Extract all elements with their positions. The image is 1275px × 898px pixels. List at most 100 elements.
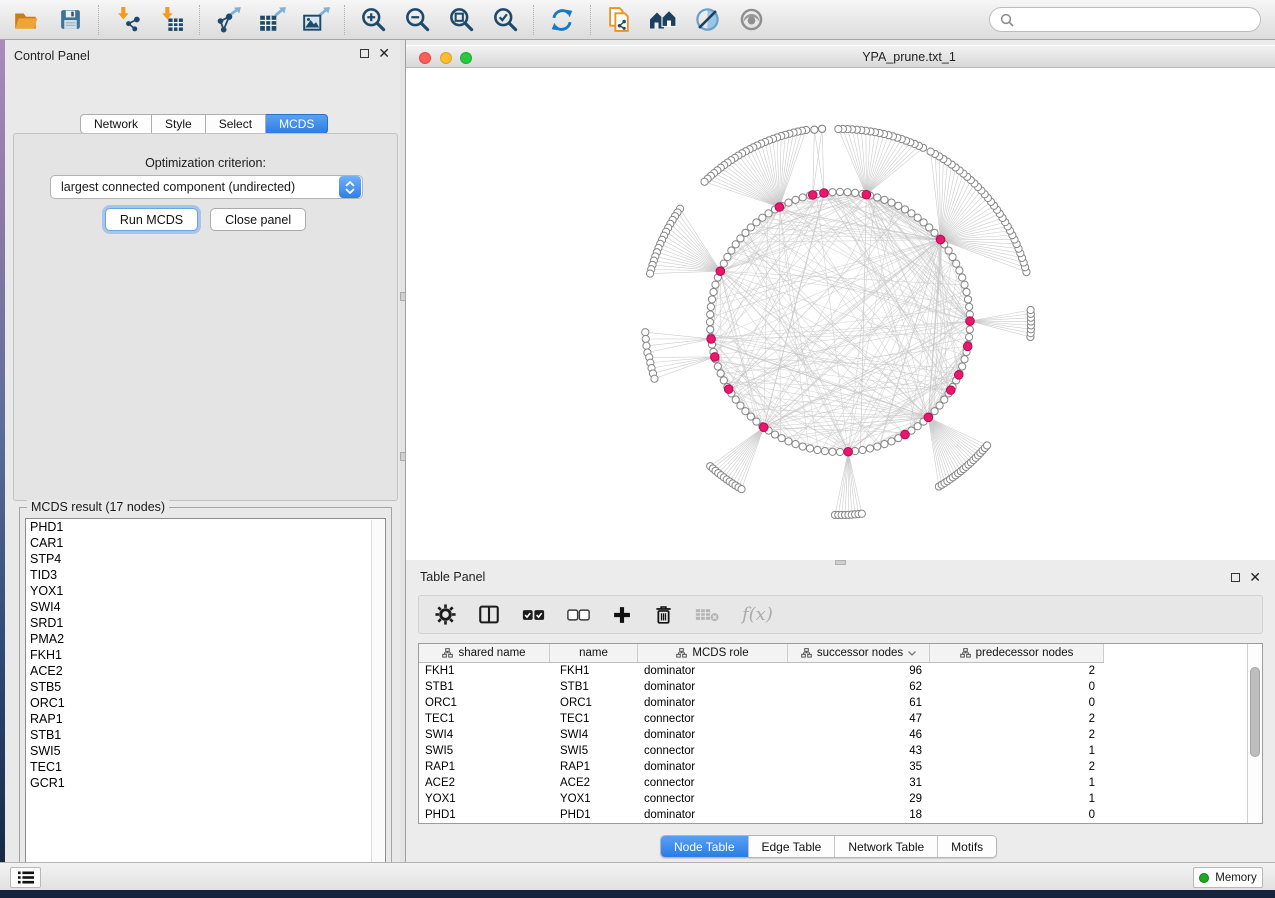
table-row[interactable]: TEC1TEC1connector472 xyxy=(419,711,1104,727)
save-floppy-icon[interactable] xyxy=(56,6,84,34)
search-box[interactable] xyxy=(989,7,1261,32)
table-row[interactable]: RAP1RAP1dominator352 xyxy=(419,759,1104,775)
mcds-result-item[interactable]: ACE2 xyxy=(26,663,385,679)
table-cell: connector xyxy=(638,745,788,757)
task-history-button[interactable] xyxy=(10,867,41,888)
network-canvas[interactable] xyxy=(406,68,1275,560)
network-window-titlebar[interactable]: YPA_prune.txt_1 xyxy=(406,45,1275,68)
table-row[interactable]: FKH1FKH1dominator962 xyxy=(419,663,1104,679)
mcds-result-item[interactable]: YOX1 xyxy=(26,583,385,599)
sort-chevron-icon xyxy=(908,651,916,656)
control-panel-tabbar: Network Style Select MCDS xyxy=(80,114,328,134)
main-toolbar xyxy=(0,0,1275,40)
table-cell: PHD1 xyxy=(550,809,638,821)
table-row[interactable]: STB1STB1dominator620 xyxy=(419,679,1104,695)
maximize-traffic-light-icon[interactable] xyxy=(460,52,472,64)
close-traffic-light-icon[interactable] xyxy=(419,52,431,64)
column-header-mcds-role[interactable]: MCDS role xyxy=(638,644,788,662)
table-row[interactable]: ACE2ACE2connector311 xyxy=(419,775,1104,791)
table-cell: 35 xyxy=(788,761,930,773)
mcds-result-item[interactable]: SRD1 xyxy=(26,615,385,631)
close-panel-button[interactable]: Close panel xyxy=(210,208,306,231)
table-row[interactable]: YOX1YOX1connector291 xyxy=(419,791,1104,807)
import-network-icon[interactable] xyxy=(113,6,141,34)
mcds-result-item[interactable]: STB1 xyxy=(26,727,385,743)
export-network-icon[interactable] xyxy=(214,6,242,34)
tab-edge-table[interactable]: Edge Table xyxy=(748,836,835,857)
tab-motifs[interactable]: Motifs xyxy=(937,836,996,857)
zoom-in-icon[interactable] xyxy=(359,6,387,34)
tab-network-table[interactable]: Network Table xyxy=(834,836,937,857)
mcds-result-item[interactable]: FKH1 xyxy=(26,647,385,663)
mcds-result-item[interactable]: TEC1 xyxy=(26,759,385,775)
tab-network[interactable]: Network xyxy=(80,114,152,134)
table-cell: 62 xyxy=(788,681,930,693)
mcds-result-item[interactable]: PHD1 xyxy=(26,519,385,535)
table-cell: dominator xyxy=(638,681,788,693)
column-header-shared-name[interactable]: shared name xyxy=(419,644,550,662)
table-cell: 1 xyxy=(930,793,1104,805)
table-cell: YOX1 xyxy=(419,793,550,805)
zoom-selected-icon[interactable] xyxy=(491,6,519,34)
table-cell: 31 xyxy=(788,777,930,789)
add-column-icon[interactable] xyxy=(612,605,632,625)
scrollbar-thumb[interactable] xyxy=(1250,667,1260,757)
run-mcds-button[interactable]: Run MCDS xyxy=(105,208,198,231)
close-panel-icon[interactable]: ✕ xyxy=(378,49,390,58)
table-cell: connector xyxy=(638,713,788,725)
close-panel-icon[interactable]: ✕ xyxy=(1249,573,1261,582)
float-panel-icon[interactable] xyxy=(1231,573,1240,582)
search-input[interactable] xyxy=(1019,13,1250,27)
table-cell: dominator xyxy=(638,729,788,741)
mcds-result-item[interactable]: STB5 xyxy=(26,679,385,695)
gear-icon[interactable] xyxy=(435,604,456,625)
import-table-icon[interactable] xyxy=(157,6,185,34)
mcds-result-item[interactable]: PMA2 xyxy=(26,631,385,647)
tab-node-table[interactable]: Node Table xyxy=(661,836,748,857)
float-panel-icon[interactable] xyxy=(360,49,369,58)
network-graph[interactable] xyxy=(406,68,1275,560)
mcds-result-scrollbar[interactable] xyxy=(371,520,384,870)
table-row[interactable]: PHD1PHD1dominator180 xyxy=(419,807,1104,823)
export-table-icon[interactable] xyxy=(258,6,286,34)
mcds-result-item[interactable]: SWI5 xyxy=(26,743,385,759)
open-folder-icon[interactable] xyxy=(12,6,40,34)
refresh-layout-icon[interactable] xyxy=(548,6,576,34)
table-cell: RAP1 xyxy=(419,761,550,773)
mcds-result-list[interactable]: PHD1CAR1STP4TID3YOX1SWI4SRD1PMA2FKH1ACE2… xyxy=(25,518,386,872)
deselect-all-icon[interactable] xyxy=(567,607,590,623)
table-row[interactable]: SWI4SWI4dominator462 xyxy=(419,727,1104,743)
mcds-result-item[interactable]: STP4 xyxy=(26,551,385,567)
minimize-traffic-light-icon[interactable] xyxy=(440,52,452,64)
zoom-fit-icon[interactable] xyxy=(447,6,475,34)
table-cell: 2 xyxy=(930,761,1104,773)
table-cell: 47 xyxy=(788,713,930,725)
clone-network-icon[interactable] xyxy=(605,6,633,34)
tab-mcds[interactable]: MCDS xyxy=(266,114,328,134)
delete-column-icon[interactable] xyxy=(654,604,673,625)
tab-select[interactable]: Select xyxy=(206,114,266,134)
mcds-result-item[interactable]: SWI4 xyxy=(26,599,385,615)
table-scrollbar[interactable] xyxy=(1247,644,1262,823)
houses-icon[interactable] xyxy=(649,6,677,34)
columns-icon[interactable] xyxy=(478,604,500,625)
select-all-icon[interactable] xyxy=(522,607,545,623)
column-header-successor-nodes[interactable]: successor nodes xyxy=(788,644,930,662)
column-header-predecessor-nodes[interactable]: predecessor nodes xyxy=(930,644,1104,662)
export-image-icon[interactable] xyxy=(302,6,330,34)
memory-button[interactable]: Memory xyxy=(1193,867,1263,888)
mcds-result-item[interactable]: GCR1 xyxy=(26,775,385,791)
mcds-result-item[interactable]: CAR1 xyxy=(26,535,385,551)
mcds-result-item[interactable]: ORC1 xyxy=(26,695,385,711)
circle-slash-icon[interactable] xyxy=(693,6,721,34)
mcds-result-item[interactable]: TID3 xyxy=(26,567,385,583)
tab-style[interactable]: Style xyxy=(152,114,206,134)
table-cell: 18 xyxy=(788,809,930,821)
eye-icon[interactable] xyxy=(737,6,765,34)
table-row[interactable]: SWI5SWI5connector431 xyxy=(419,743,1104,759)
optimization-criterion-select[interactable]: largest connected component (undirected) xyxy=(50,175,363,199)
column-header-name[interactable]: name xyxy=(550,644,638,662)
mcds-result-item[interactable]: RAP1 xyxy=(26,711,385,727)
zoom-out-icon[interactable] xyxy=(403,6,431,34)
table-row[interactable]: ORC1ORC1dominator610 xyxy=(419,695,1104,711)
